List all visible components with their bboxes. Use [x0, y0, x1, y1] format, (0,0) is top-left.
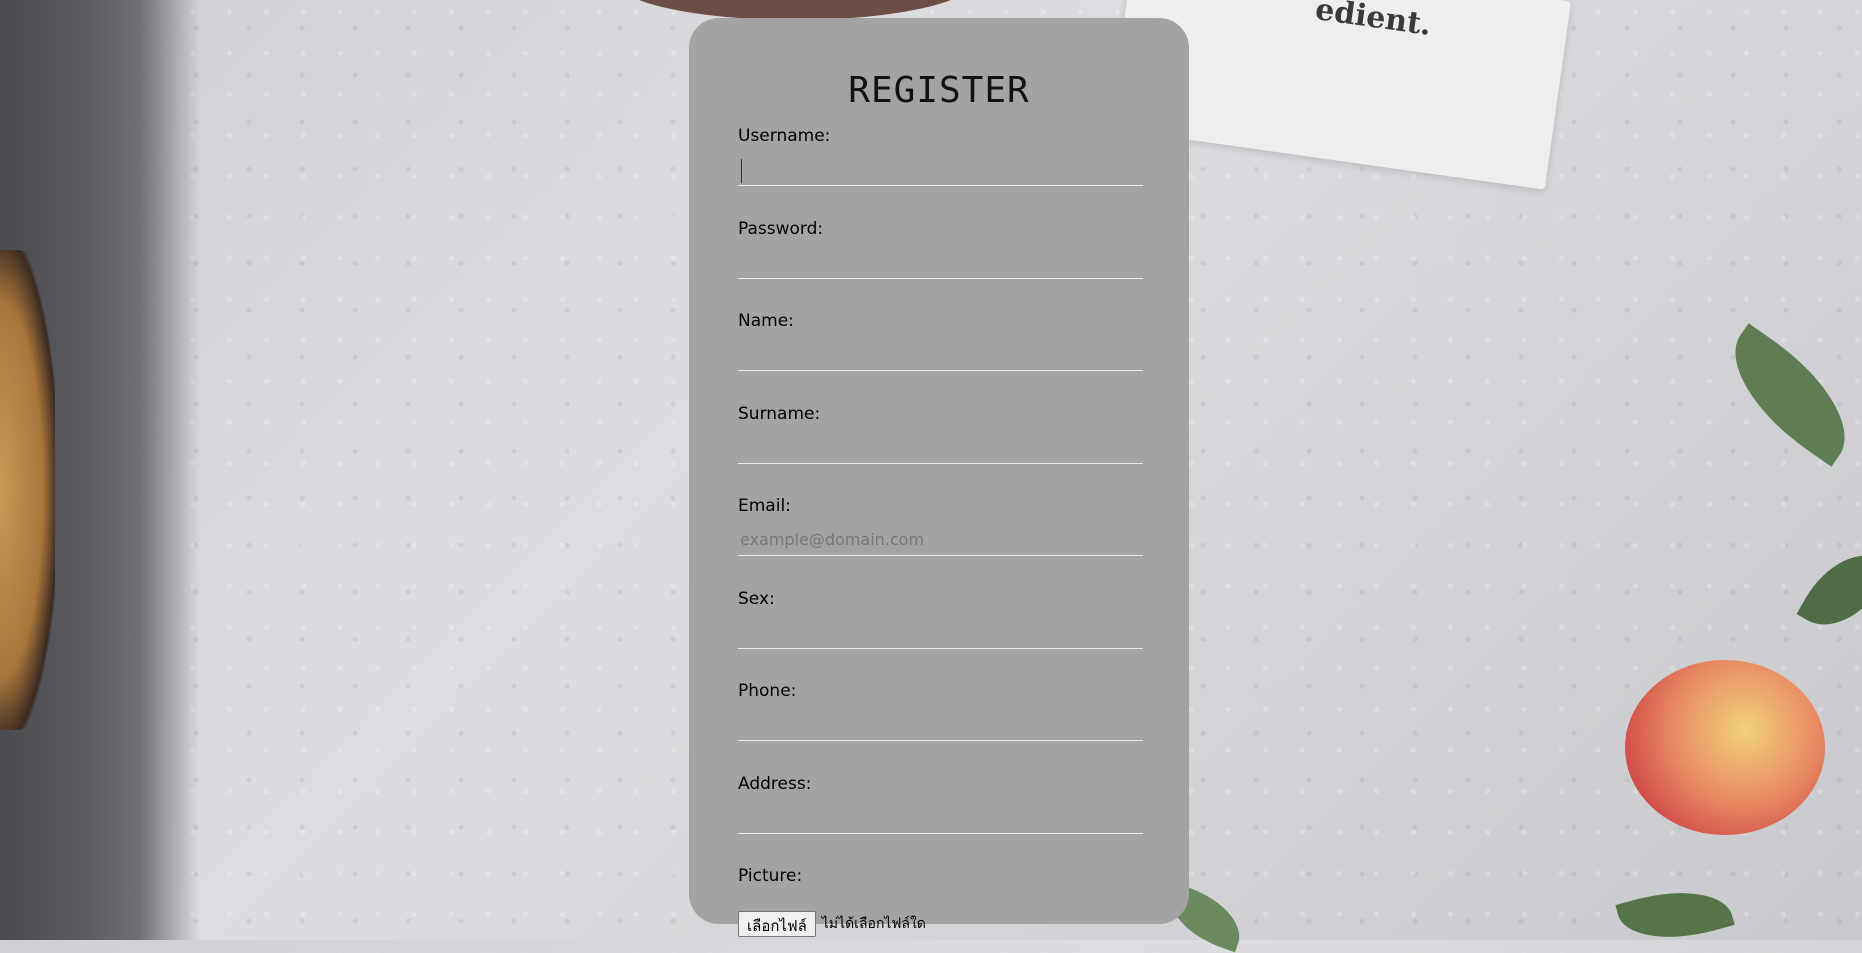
- file-status: ไม่ได้เลือกไฟล์ใด: [821, 916, 926, 932]
- address-underline: [738, 833, 1143, 834]
- name-field: Name:: [738, 311, 1143, 371]
- password-underline: [738, 278, 1143, 279]
- name-underline: [738, 370, 1143, 371]
- username-field: Username:: [738, 126, 1143, 186]
- email-input[interactable]: [740, 527, 1140, 551]
- file-picker: เลือกไฟล์ ไม่ได้เลือกไฟล์ใด: [738, 911, 926, 937]
- password-label: Password:: [738, 219, 824, 239]
- background-leaf: [1796, 536, 1862, 644]
- username-input[interactable]: [740, 159, 1140, 183]
- sex-label: Sex:: [738, 589, 775, 609]
- picture-label: Picture:: [738, 866, 803, 886]
- password-input[interactable]: [740, 252, 1140, 276]
- phone-underline: [738, 740, 1143, 741]
- phone-label: Phone:: [738, 681, 797, 701]
- surname-label: Surname:: [738, 404, 821, 424]
- phone-field: Phone:: [738, 681, 1143, 741]
- background-pie: [0, 250, 55, 730]
- background-leaf: [1708, 323, 1862, 467]
- background-apple: [1625, 660, 1825, 835]
- password-field: Password:: [738, 219, 1143, 279]
- username-underline: [738, 185, 1143, 186]
- email-label: Email:: [738, 496, 791, 516]
- form-title: REGISTER: [848, 70, 1030, 111]
- surname-field: Surname:: [738, 404, 1143, 464]
- text-caret: [741, 159, 742, 183]
- background-bowl: [615, 0, 975, 20]
- name-input[interactable]: [740, 344, 1140, 368]
- surname-input[interactable]: [740, 437, 1140, 461]
- background-leaf: [1615, 876, 1735, 953]
- register-form: REGISTER Username: Password: Name: Surna…: [689, 18, 1189, 937]
- address-label: Address:: [738, 774, 812, 794]
- phone-input[interactable]: [740, 714, 1140, 738]
- sex-underline: [738, 648, 1143, 649]
- surname-underline: [738, 463, 1143, 464]
- address-field: Address:: [738, 774, 1143, 834]
- email-underline: [738, 555, 1143, 556]
- sex-input[interactable]: [740, 622, 1140, 646]
- choose-file-button[interactable]: เลือกไฟล์: [738, 911, 816, 937]
- picture-field: Picture:: [738, 866, 1143, 886]
- address-input[interactable]: [740, 807, 1140, 831]
- sex-field: Sex:: [738, 589, 1143, 649]
- username-label: Username:: [738, 126, 831, 146]
- email-field: Email:: [738, 496, 1143, 556]
- name-label: Name:: [738, 311, 794, 331]
